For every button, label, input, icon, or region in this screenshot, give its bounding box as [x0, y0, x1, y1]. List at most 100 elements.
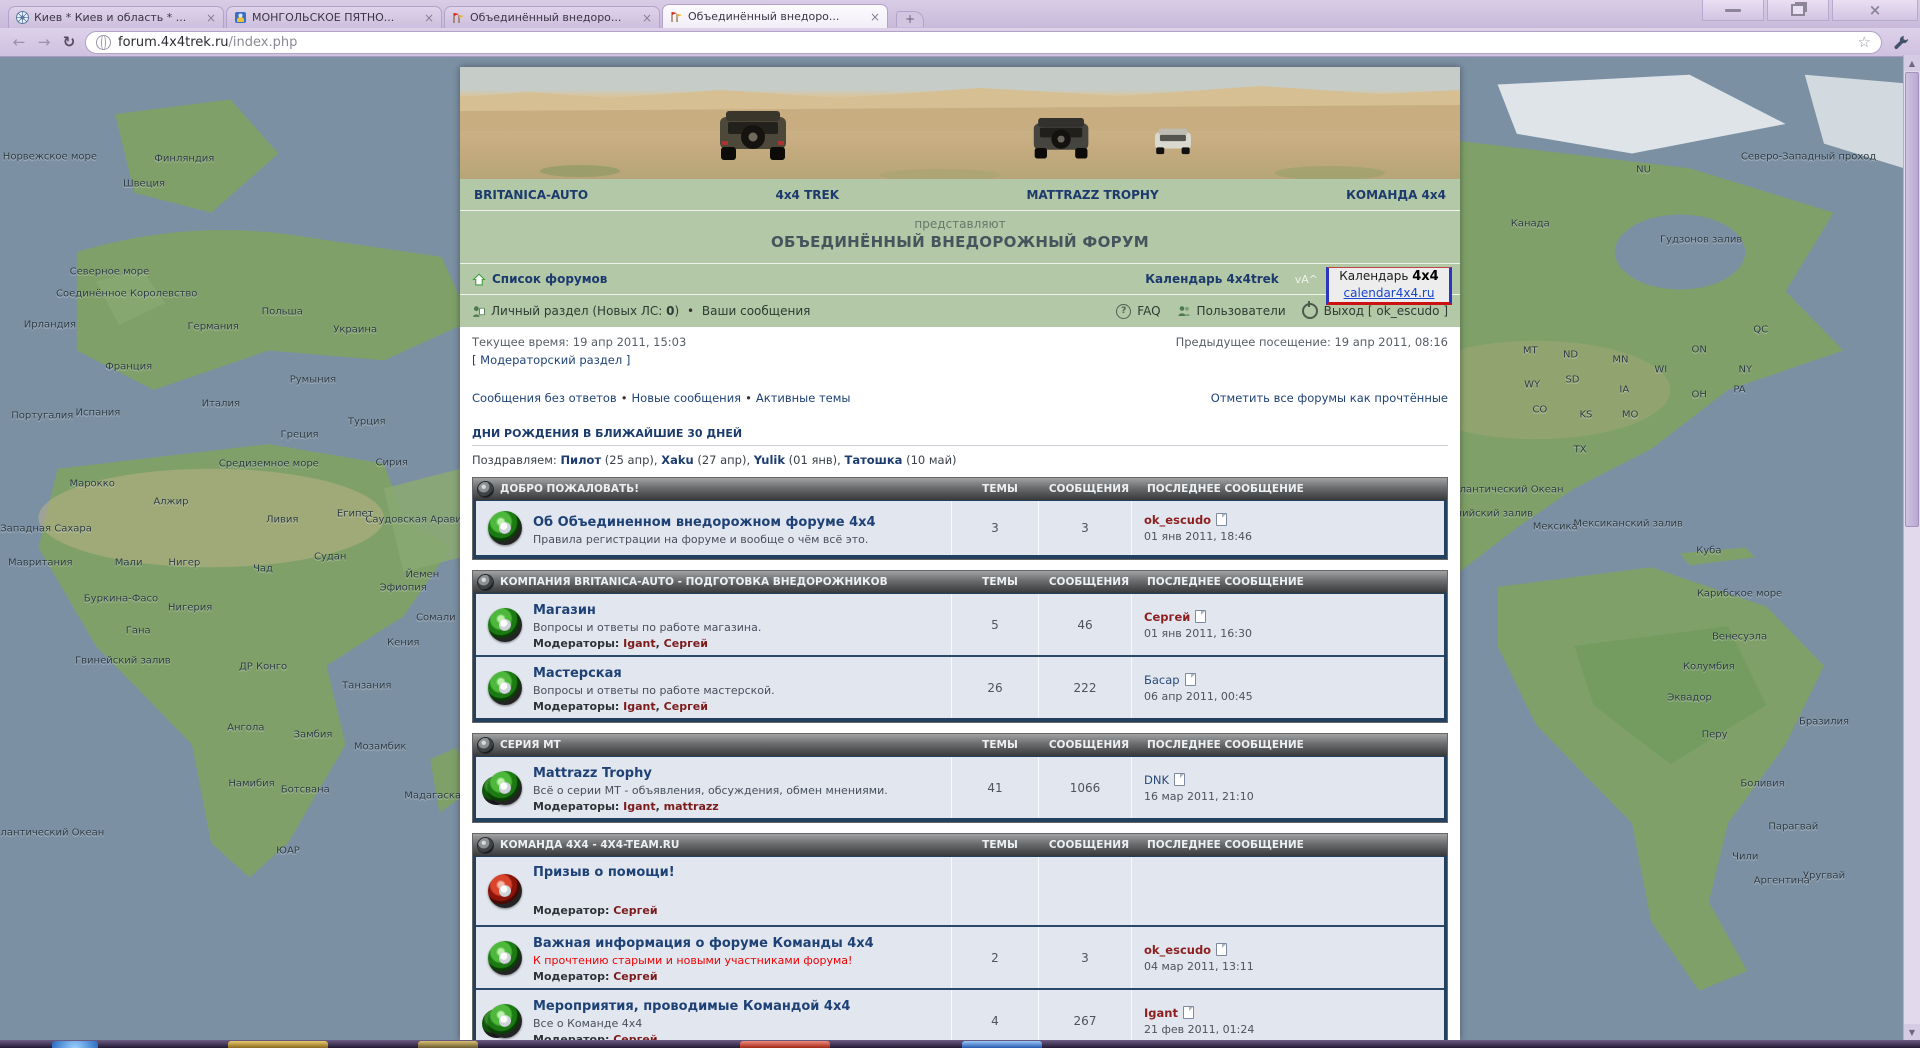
font-size-widget[interactable]: vA^	[1295, 273, 1318, 286]
last-post-user[interactable]: ok_escudo	[1144, 943, 1211, 957]
goto-post-icon[interactable]	[1195, 610, 1206, 623]
forum-link[interactable]: Призыв о помощи!	[533, 865, 675, 880]
topics-count: 4	[951, 990, 1038, 1040]
moderator-link[interactable]: Сергей	[664, 700, 708, 713]
mark-read-link[interactable]: Отметить все форумы как прочтённые	[1211, 391, 1448, 405]
moderator-section-link[interactable]: [ Модераторский раздел ]	[472, 353, 630, 367]
new-posts-link[interactable]: Новые сообщения	[632, 391, 742, 405]
your-messages-link[interactable]: Ваши сообщения	[702, 304, 810, 318]
forum-row: Призыв о помощи! Модератор: Сергей	[476, 857, 1444, 925]
minimize-button[interactable]	[1702, 0, 1764, 21]
banner-link[interactable]: calendar4x4.ru	[1331, 286, 1447, 302]
map-label: Танзания	[342, 681, 391, 692]
comma: ,	[656, 700, 664, 713]
tab-mongolskoe[interactable]: МОНГОЛЬСКОЕ ПЯТНО... ×	[226, 6, 442, 28]
goto-post-icon[interactable]	[1183, 1006, 1194, 1019]
close-button[interactable]: ×	[1832, 0, 1918, 21]
moderator-link[interactable]: Igant	[623, 700, 655, 713]
goto-post-icon[interactable]	[1216, 513, 1227, 526]
last-post-user[interactable]: Басар	[1144, 673, 1180, 687]
tab-forum-1[interactable]: Объединённый внедоро... ×	[444, 6, 660, 28]
tab-kiev[interactable]: Киев * Киев и область * ... ×	[8, 6, 224, 28]
forum-desc: Всё о серии МТ - объявления, обсуждения,…	[533, 784, 888, 797]
scroll-down-arrow[interactable]: ▼	[1904, 1024, 1920, 1040]
settings-wrench-icon[interactable]	[1893, 34, 1910, 51]
goto-post-icon[interactable]	[1185, 673, 1196, 686]
link-britanica-auto[interactable]: BRITANICA-AUTO	[474, 188, 588, 202]
moderator-link[interactable]: Сергей	[613, 1033, 657, 1040]
reload-button[interactable]: ↻	[60, 35, 78, 50]
windows-taskbar[interactable]	[0, 1040, 1920, 1048]
map-label: Перу	[1702, 729, 1728, 740]
last-post-user[interactable]: Сергей	[1144, 610, 1190, 624]
forum-link[interactable]: Мастерская	[533, 666, 622, 681]
tab-close-icon[interactable]: ×	[424, 12, 434, 24]
last-post-user[interactable]: Igant	[1144, 1006, 1178, 1020]
moderator-link[interactable]: Igant	[623, 800, 655, 813]
address-bar[interactable]: forum.4x4trek.ru/index.php ☆	[85, 31, 1882, 54]
moderator-link[interactable]: Сергей	[613, 970, 657, 983]
moderator-link[interactable]: mattrazz	[664, 800, 719, 813]
last-post-user[interactable]: DNK	[1144, 773, 1169, 787]
back-button[interactable]: ←	[10, 35, 28, 50]
unanswered-link[interactable]: Сообщения без ответов	[472, 391, 617, 405]
calendar-banner[interactable]: Календарь 4x4 calendar4x4.ru	[1326, 267, 1452, 305]
tab-close-icon[interactable]: ×	[870, 11, 880, 23]
forum-link[interactable]: Магазин	[533, 603, 596, 618]
taskbar-app[interactable]	[418, 1041, 478, 1048]
maximize-button[interactable]	[1767, 0, 1829, 21]
users-link[interactable]: Пользователи	[1197, 304, 1286, 318]
birthday-user[interactable]: Пилот	[560, 453, 601, 467]
category-title: КОМАНДА 4X4 - 4X4-TEAM.RU	[493, 839, 957, 851]
active-topics-link[interactable]: Активные темы	[756, 391, 851, 405]
goto-post-icon[interactable]	[1216, 943, 1227, 956]
scroll-up-arrow[interactable]: ▲	[1904, 55, 1920, 71]
calendar-link[interactable]: Календарь 4x4trek	[1145, 272, 1278, 286]
start-orb[interactable]	[52, 1041, 98, 1048]
birthday-user[interactable]: Xaku	[661, 453, 693, 467]
tab-close-icon[interactable]: ×	[206, 12, 216, 24]
scrollbar-thumb[interactable]	[1905, 72, 1919, 527]
forum-list-link[interactable]: Список форумов	[492, 272, 607, 286]
comma: ,	[656, 637, 664, 650]
moderator-link[interactable]: Сергей	[613, 904, 657, 917]
map-label: Турция	[348, 417, 386, 428]
tab-forum-active[interactable]: Объединённый внедоро... ×	[662, 4, 888, 28]
forum-link[interactable]: Об Объединенном внедорожном форуме 4x4	[533, 515, 876, 530]
logout-link[interactable]: Выход [ ok_escudo ]	[1324, 304, 1448, 318]
last-post-user[interactable]: ok_escudo	[1144, 513, 1211, 527]
link-komanda-4x4[interactable]: КОМАНДА 4x4	[1346, 188, 1446, 202]
new-tab-button[interactable]: +	[896, 11, 924, 27]
forum-link[interactable]: Мероприятия, проводимые Командой 4x4	[533, 999, 850, 1014]
taskbar-app[interactable]	[228, 1041, 328, 1048]
page-scrollbar[interactable]: ▲ ▼	[1903, 55, 1920, 1040]
taskbar-app[interactable]	[740, 1041, 830, 1048]
moderator-link[interactable]: Igant	[623, 637, 655, 650]
forum-row: Мероприятия, проводимые Командой 4x4 Все…	[476, 988, 1444, 1040]
map-label: NU	[1636, 165, 1651, 176]
faq-link[interactable]: FAQ	[1137, 304, 1160, 318]
link-4x4-trek[interactable]: 4x4 TREK	[775, 188, 839, 202]
forum-link[interactable]: Mattrazz Trophy	[533, 766, 652, 781]
category-title: КОМПАНИЯ BRITANICA-AUTO - ПОДГОТОВКА ВНЕ…	[493, 576, 957, 588]
forum-desc: Вопросы и ответы по работе мастерской.	[533, 684, 775, 697]
map-label: OH	[1691, 389, 1706, 400]
moderator-link[interactable]: Сергей	[664, 637, 708, 650]
map-label: Италия	[202, 398, 240, 409]
tab-close-icon[interactable]: ×	[642, 12, 652, 24]
car-silhouette	[1155, 129, 1191, 154]
map-label: MO	[1622, 409, 1639, 420]
birthday-user[interactable]: Татошка	[844, 453, 902, 467]
forward-button[interactable]: →	[35, 35, 53, 50]
goto-post-icon[interactable]	[1174, 773, 1185, 786]
link-mattrazz-trophy[interactable]: MATTRAZZ TROPHY	[1026, 188, 1158, 202]
page-viewport: Норвежское мореФинляндияШвецияСеверное м…	[0, 55, 1920, 1040]
map-label: Алжир	[153, 497, 188, 508]
birthday-user[interactable]: Yulik	[754, 453, 785, 467]
col-posts: СООБЩЕНИЯ	[1043, 483, 1135, 495]
bookmark-star-icon[interactable]: ☆	[1858, 35, 1871, 50]
map-label: Буркина-Фасо	[84, 593, 158, 604]
taskbar-app[interactable]	[962, 1041, 1042, 1048]
forum-link[interactable]: Важная информация о форуме Команды 4x4	[533, 936, 874, 951]
private-section-link[interactable]: Личный раздел (Новых ЛС:	[491, 304, 666, 318]
